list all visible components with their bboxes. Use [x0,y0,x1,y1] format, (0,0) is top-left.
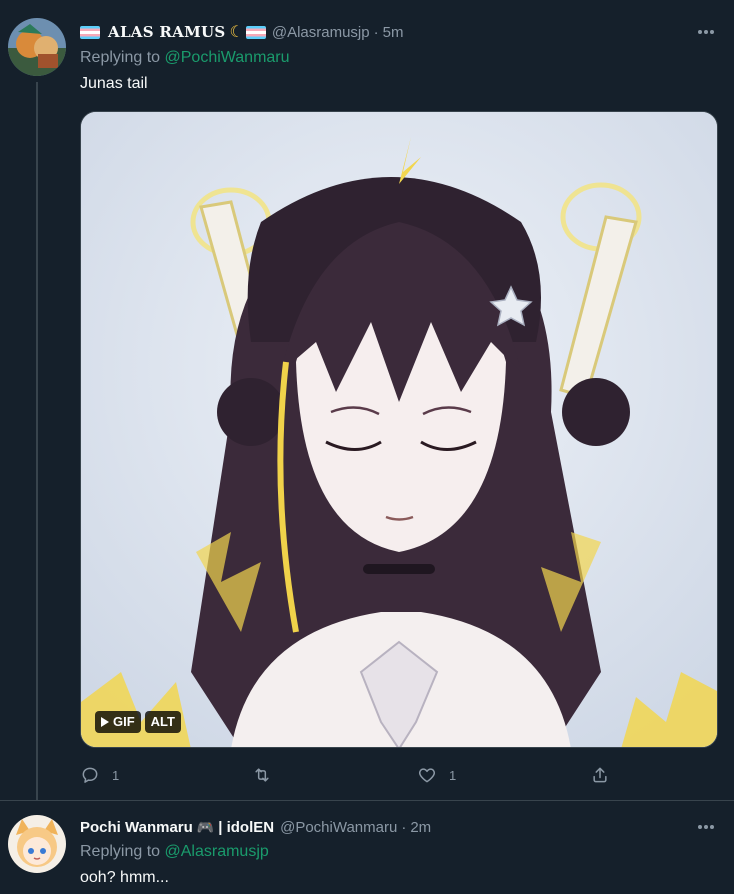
crescent-moon-icon: ☾ [229,24,244,41]
replying-prefix: Replying to [80,49,161,66]
user-handle[interactable]: @Alasramusjp [272,24,370,41]
like-count: 1 [449,767,457,783]
tweet-media-gif[interactable]: GIF ALT [80,111,718,748]
user-handle[interactable]: @PochiWanmaru [280,819,397,836]
reply-count: 1 [112,767,120,783]
trans-flag-icon [245,25,266,39]
separator-dot: · [373,23,379,41]
more-dots-icon[interactable] [696,22,716,42]
like-icon [418,768,436,783]
like-button[interactable]: 1 [417,764,456,786]
reply-button[interactable]: 1 [80,764,119,786]
tweet-header: ALAS RAMUS ☾ @Alasramusjp · 5m [80,22,403,42]
avatar-image [8,815,66,873]
share-icon [593,767,607,783]
media-badges: GIF ALT [95,711,181,733]
replying-prefix: Replying to [80,843,161,860]
replying-to-line: Replying to @PochiWanmaru [80,49,290,67]
tweet-header: Pochi Wanmaru 🎮 | idolEN @PochiWanmaru ·… [80,817,431,837]
display-name[interactable]: ALAS RAMUS [108,23,226,41]
avatar[interactable] [8,18,66,76]
play-icon [101,717,109,727]
separator-dot: · [401,818,407,836]
tweet-text: Junas tail [80,75,148,92]
gif-frame-illustration [81,112,717,747]
avatar-image [8,18,66,76]
tweet[interactable]: Pochi Wanmaru 🎮 | idolEN @PochiWanmaru ·… [0,800,734,894]
tweet-actions: 1 1 [80,764,640,786]
trans-flag-icon [80,25,100,39]
reply-mention-link[interactable]: @Alasramusjp [165,843,269,860]
avatar[interactable] [8,815,66,873]
display-name-suffix[interactable]: | idolEN [218,819,274,836]
tweet[interactable]: ALAS RAMUS ☾ @Alasramusjp · 5m Replying … [0,0,734,800]
reply-mention-link[interactable]: @PochiWanmaru [165,49,290,66]
game-controller-icon: 🎮 [196,818,215,835]
retweet-icon [255,768,269,782]
reply-icon [82,767,98,783]
retweet-button[interactable] [252,764,284,786]
share-button[interactable] [590,764,610,786]
more-dots-icon[interactable] [696,817,716,837]
tweet-text: ooh? hmm... [80,869,169,886]
display-name[interactable]: Pochi Wanmaru [80,819,193,836]
gif-label: GIF [113,714,135,729]
timestamp[interactable]: 2m [410,819,431,836]
replying-to-line: Replying to @Alasramusjp [80,843,269,861]
timestamp[interactable]: 5m [383,24,404,41]
alt-label: ALT [150,714,175,729]
gif-badge[interactable]: GIF [95,711,141,733]
alt-badge[interactable]: ALT [144,711,181,733]
